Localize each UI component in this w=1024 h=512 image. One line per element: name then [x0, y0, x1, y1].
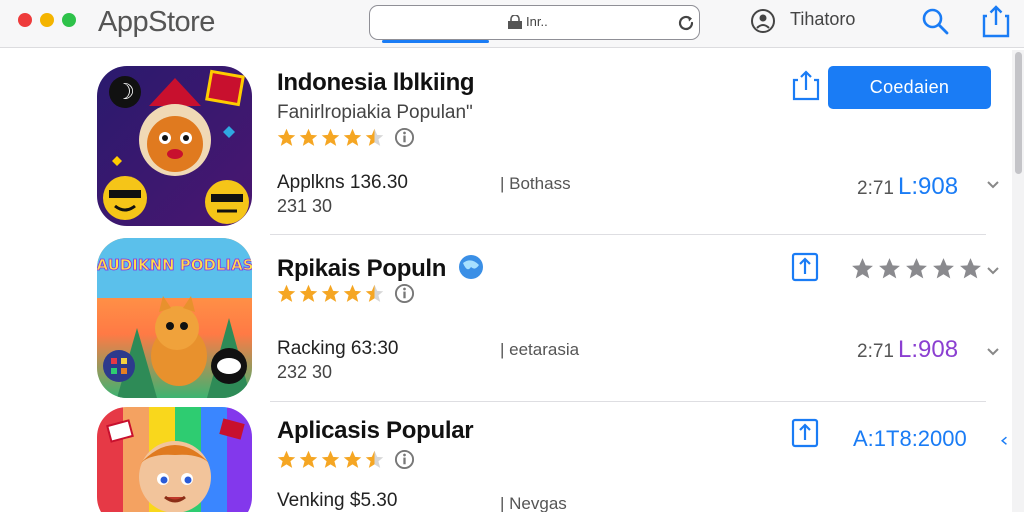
- app-icon[interactable]: ☽: [97, 66, 252, 226]
- star-icon: [906, 258, 927, 279]
- star-icon: [343, 128, 362, 146]
- star-icon: [277, 284, 296, 302]
- zoom-window-button[interactable]: [62, 13, 76, 27]
- price-label: 2:71 L:908: [857, 336, 958, 364]
- app-name[interactable]: Indonesia lblkiing: [277, 69, 475, 97]
- star-half-icon: [365, 284, 384, 302]
- app-name-text: Rpikais Populn: [277, 255, 447, 282]
- star-half-icon: [365, 450, 384, 468]
- star-icon: [277, 450, 296, 468]
- star-icon: [299, 450, 318, 468]
- price-label: 2:71 L:908: [857, 173, 958, 201]
- share-icon[interactable]: [791, 68, 821, 102]
- star-icon: [852, 258, 873, 279]
- chevron-down-icon[interactable]: [986, 180, 1000, 190]
- app-meta-stats: 231 30: [277, 196, 333, 216]
- star-icon: [299, 128, 318, 146]
- star-icon: [960, 258, 981, 279]
- star-icon: [933, 258, 954, 279]
- get-button[interactable]: Coedaien: [828, 66, 991, 109]
- aggregate-rating: [850, 256, 983, 281]
- list-item[interactable]: ☽ Indonesia lblkiing Fanirlropiakia Popu…: [0, 52, 1010, 236]
- chevron-down-icon[interactable]: [986, 347, 1000, 357]
- app-subtitle: Fanirlropiakia Populanʺ: [277, 102, 473, 123]
- list-item[interactable]: AUDIKNN PODLIAS Rpikais Populn Racking 6…: [0, 236, 1010, 402]
- price-value: L:908: [897, 173, 959, 200]
- info-icon[interactable]: [394, 283, 415, 304]
- star-icon: [321, 284, 340, 302]
- app-meta-category: Applkns 136.30: [277, 172, 408, 193]
- star-icon: [277, 128, 296, 146]
- account-name[interactable]: Tihatoro: [790, 9, 855, 30]
- download-icon[interactable]: [790, 250, 820, 284]
- app-meta-category: Racking 63:30: [277, 338, 399, 359]
- row-divider: [270, 234, 986, 235]
- price-label: A:1T8:2000: [853, 426, 967, 451]
- star-icon: [321, 128, 340, 146]
- app-badge: ☽: [115, 80, 135, 105]
- star-icon: [879, 258, 900, 279]
- app-meta-category: Venking $5.30: [277, 490, 398, 511]
- info-icon[interactable]: [394, 449, 415, 470]
- star-half-icon: [365, 128, 384, 146]
- lock-icon: [508, 15, 522, 29]
- reload-icon[interactable]: [676, 13, 696, 33]
- search-bar[interactable]: Inr..: [369, 5, 700, 40]
- price-small: 2:71: [857, 178, 894, 199]
- chevron-down-icon[interactable]: [986, 266, 1000, 276]
- star-icon: [343, 450, 362, 468]
- price-value: L:908: [897, 336, 959, 363]
- app-meta-publisher: | Bothass: [500, 174, 571, 193]
- search-focus-underline: [382, 40, 489, 43]
- globe-icon: [458, 255, 483, 279]
- scrollbar-thumb[interactable]: [1015, 52, 1022, 174]
- app-meta-publisher: | Nevgas: [500, 494, 567, 512]
- star-icon: [299, 284, 318, 302]
- price-small: 2:71: [857, 341, 894, 362]
- info-icon[interactable]: [394, 127, 415, 148]
- title-bar: AppStore Inr.. Tihatoro: [0, 0, 1024, 48]
- star-rating: [276, 127, 415, 148]
- close-window-button[interactable]: [18, 13, 32, 27]
- app-icon-title: AUDIKNN PODLIAS: [97, 256, 252, 274]
- search-input[interactable]: Inr..: [526, 14, 548, 29]
- star-rating: [276, 283, 415, 304]
- share-icon[interactable]: [982, 4, 1010, 38]
- search-icon[interactable]: [920, 6, 950, 36]
- app-icon[interactable]: [97, 407, 252, 512]
- app-icon[interactable]: AUDIKNN PODLIAS: [97, 238, 252, 398]
- minimize-window-button[interactable]: [40, 13, 54, 27]
- app-name[interactable]: Aplicasis Popular: [277, 417, 474, 445]
- star-rating: [276, 449, 415, 470]
- chevron-left-icon[interactable]: [1000, 434, 1010, 446]
- app-title: AppStore: [98, 6, 215, 38]
- app-meta-publisher: | eetarasia: [500, 340, 580, 359]
- download-icon[interactable]: [790, 416, 820, 450]
- account-icon[interactable]: [750, 8, 776, 34]
- star-icon: [321, 450, 340, 468]
- list-item[interactable]: Aplicasis Popular Venking $5.30 | Nevgas…: [0, 402, 1010, 512]
- star-icon: [343, 284, 362, 302]
- app-name[interactable]: Rpikais Populn: [277, 253, 485, 283]
- app-meta-stats: 232 30: [277, 362, 333, 382]
